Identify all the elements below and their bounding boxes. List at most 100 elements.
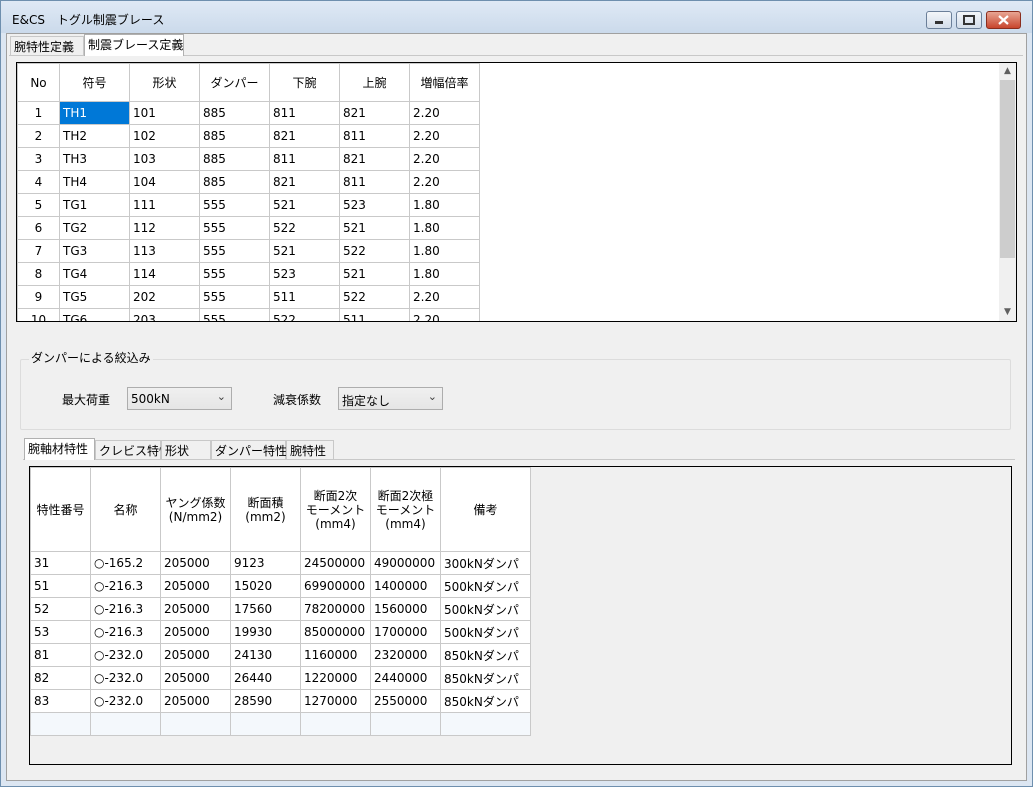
table-cell[interactable]: 51	[30, 574, 91, 598]
table-cell[interactable]: 4	[17, 170, 60, 194]
table-cell[interactable]: 1270000	[300, 689, 371, 713]
table-cell[interactable]: 885	[199, 147, 270, 171]
column-header[interactable]: No	[17, 63, 60, 102]
table-cell[interactable]: 205000	[160, 643, 231, 667]
table-cell[interactable]: 205000	[160, 666, 231, 690]
table-cell[interactable]: 81	[30, 643, 91, 667]
table-cell[interactable]: 1400000	[370, 574, 441, 598]
table-cell[interactable]: 522	[339, 239, 410, 263]
table-cell[interactable]: 8	[17, 262, 60, 286]
table-cell[interactable]: 9	[17, 285, 60, 309]
table-cell[interactable]: 521	[269, 193, 340, 217]
table-cell[interactable]: TG3	[59, 239, 130, 263]
table-row[interactable]: 8 TG4 114 555 523 521 1.80	[17, 262, 480, 286]
column-header[interactable]: 断面2次極 モーメント (mm4)	[370, 467, 441, 552]
table-cell[interactable]: 17560	[230, 597, 301, 621]
table-row[interactable]: 5 TG1 111 555 521 523 1.80	[17, 193, 480, 217]
table-row[interactable]: 7 TG3 113 555 521 522 1.80	[17, 239, 480, 263]
table-cell[interactable]: 522	[269, 216, 340, 240]
new-row[interactable]	[30, 712, 531, 736]
table-row[interactable]: 53 ○-216.3 205000 19930 85000000 1700000 500kN…	[30, 620, 531, 644]
table-cell[interactable]: 15020	[230, 574, 301, 598]
table-cell[interactable]: 885	[199, 101, 270, 125]
tab-damper[interactable]: ダンパー特性	[211, 440, 287, 460]
table-cell[interactable]: 19930	[230, 620, 301, 644]
table-cell[interactable]: 500kNダンパ	[440, 597, 531, 621]
table-cell[interactable]: 885	[199, 170, 270, 194]
scroll-thumb[interactable]	[1000, 80, 1015, 258]
table-cell[interactable]: ○-216.3	[90, 574, 161, 598]
table-cell[interactable]: 850kNダンパ	[440, 643, 531, 667]
table-row[interactable]: 52 ○-216.3 205000 17560 78200000 1560000 500kN…	[30, 597, 531, 621]
table-cell[interactable]: 885	[199, 124, 270, 148]
table-cell[interactable]	[30, 712, 91, 736]
max-load-select[interactable]: 500kN ⌄	[127, 387, 232, 410]
brace-table-scrollbar[interactable]: ▲ ▼	[999, 63, 1016, 321]
table-cell[interactable]	[300, 712, 371, 736]
table-cell[interactable]: 69900000	[300, 574, 371, 598]
table-cell[interactable]: 3	[17, 147, 60, 171]
table-cell[interactable]: ○-216.3	[90, 597, 161, 621]
table-cell[interactable]: TH3	[59, 147, 130, 171]
column-header[interactable]: 名称	[90, 467, 161, 552]
table-cell[interactable]: 1.80	[409, 262, 480, 286]
column-header[interactable]: 断面2次 モーメント (mm4)	[300, 467, 371, 552]
table-row[interactable]: 9 TG5 202 555 511 522 2.20	[17, 285, 480, 309]
table-cell[interactable]: 9123	[230, 551, 301, 575]
damping-select[interactable]: 指定なし ⌄	[338, 387, 443, 410]
arm-property-table[interactable]: 特性番号 名称 ヤング係数 (N/mm2) 断面積 (mm2) 断面2次 モーメント (mm4)…	[29, 466, 1012, 765]
table-cell[interactable]: 1700000	[370, 620, 441, 644]
table-cell[interactable]: 500kNダンパ	[440, 620, 531, 644]
table-cell[interactable]: 2.20	[409, 170, 480, 194]
table-cell[interactable]	[230, 712, 301, 736]
table-cell[interactable]: 2440000	[370, 666, 441, 690]
table-row[interactable]: 4 TH4 104 885 821 811 2.20	[17, 170, 480, 194]
table-cell[interactable]: 205000	[160, 551, 231, 575]
table-cell[interactable]: 101	[129, 101, 200, 125]
table-cell[interactable]: 205000	[160, 689, 231, 713]
table-cell[interactable]: TG5	[59, 285, 130, 309]
table-cell[interactable]: 811	[339, 170, 410, 194]
table-row[interactable]: 3 TH3 103 885 811 821 2.20	[17, 147, 480, 171]
table-cell[interactable]: TG4	[59, 262, 130, 286]
table-cell[interactable]: 1.80	[409, 239, 480, 263]
column-header[interactable]: 断面積 (mm2)	[230, 467, 301, 552]
table-cell[interactable]: 1.80	[409, 193, 480, 217]
table-cell[interactable]: 78200000	[300, 597, 371, 621]
table-cell[interactable]: TG6	[59, 308, 130, 321]
brace-table[interactable]: No 符号 形状 ダンパー 下腕 上腕 増幅倍率 1 TH1 101 885 811 821 2.20 2…	[16, 62, 1017, 322]
table-cell[interactable]: 10	[17, 308, 60, 321]
table-cell[interactable]: 53	[30, 620, 91, 644]
table-cell[interactable]: 6	[17, 216, 60, 240]
table-cell[interactable]: 203	[129, 308, 200, 321]
close-button[interactable]	[986, 11, 1021, 29]
table-cell[interactable]: 555	[199, 308, 270, 321]
table-cell[interactable]: ○-232.0	[90, 643, 161, 667]
table-cell[interactable]: ○-232.0	[90, 689, 161, 713]
table-cell[interactable]: 522	[269, 308, 340, 321]
table-cell[interactable]: 2.20	[409, 308, 480, 321]
table-cell[interactable]: TH2	[59, 124, 130, 148]
table-cell[interactable]	[160, 712, 231, 736]
table-cell[interactable]: 202	[129, 285, 200, 309]
table-cell[interactable]: 555	[199, 285, 270, 309]
table-cell[interactable]: 102	[129, 124, 200, 148]
table-cell[interactable]: 83	[30, 689, 91, 713]
table-row[interactable]: 6 TG2 112 555 522 521 1.80	[17, 216, 480, 240]
table-cell[interactable]: 555	[199, 216, 270, 240]
table-cell[interactable]: 205000	[160, 574, 231, 598]
table-cell[interactable]: 24130	[230, 643, 301, 667]
table-cell[interactable]: 511	[339, 308, 410, 321]
column-header[interactable]: 形状	[129, 63, 200, 102]
table-cell[interactable]: 850kNダンパ	[440, 689, 531, 713]
table-cell[interactable]: 811	[269, 101, 340, 125]
tab-brace-definition[interactable]: 制震ブレース定義	[84, 34, 184, 56]
table-cell[interactable]: 85000000	[300, 620, 371, 644]
column-header[interactable]: 備考	[440, 467, 531, 552]
table-cell[interactable]: 26440	[230, 666, 301, 690]
table-cell[interactable]: 31	[30, 551, 91, 575]
column-header[interactable]: 上腕	[339, 63, 410, 102]
table-cell[interactable]: TH4	[59, 170, 130, 194]
table-row[interactable]: 81 ○-232.0 205000 24130 1160000 2320000 850kNダ…	[30, 643, 531, 667]
table-row[interactable]: 2 TH2 102 885 821 811 2.20	[17, 124, 480, 148]
